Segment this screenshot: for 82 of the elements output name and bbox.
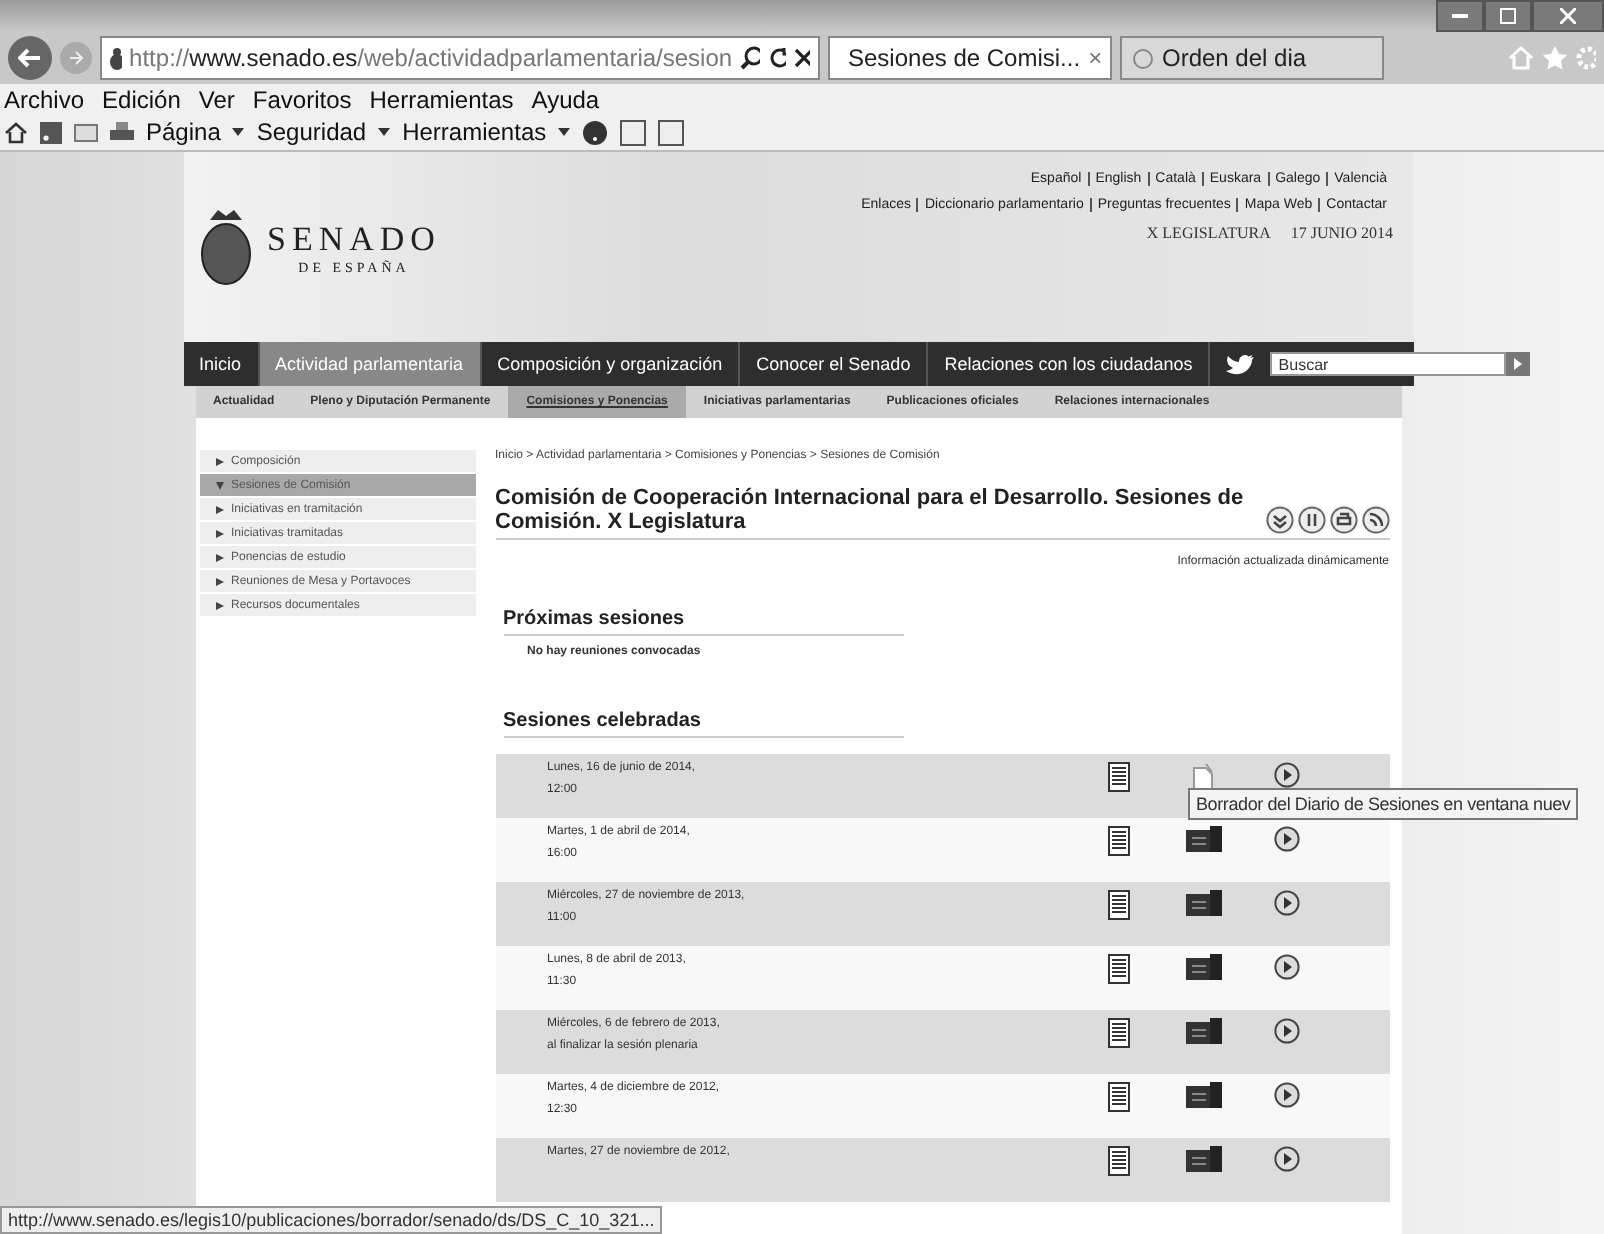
document-icon[interactable] [1108, 890, 1130, 920]
triangle-right-icon [215, 529, 223, 537]
search-field[interactable]: Buscar [1270, 352, 1507, 376]
command-menu[interactable]: Página [146, 118, 221, 146]
command-menu[interactable]: Herramientas [402, 118, 547, 146]
triangle-right-icon [215, 577, 223, 585]
triangle-right-icon [215, 505, 223, 513]
section-heading: Próximas sesiones [503, 608, 903, 636]
document-icon[interactable] [1108, 1082, 1130, 1112]
refresh-icon[interactable] [767, 46, 787, 70]
browser-tab[interactable]: Orden del dia [1120, 36, 1384, 80]
dropdown-caret-icon [378, 128, 391, 136]
close-icon [1560, 8, 1576, 24]
menu-item[interactable]: Herramientas [369, 85, 514, 113]
play-icon[interactable] [1274, 1018, 1300, 1044]
triangle-right-icon [1514, 358, 1523, 370]
triangle-right-icon [215, 601, 223, 609]
tab-title: Sesiones de Comisi... [848, 44, 1081, 72]
bird-icon[interactable] [1226, 353, 1255, 375]
double-chevron-icon[interactable] [1265, 506, 1293, 534]
legislature-label: X LEGISLATURA [1146, 224, 1271, 242]
printer-icon[interactable] [110, 121, 134, 143]
ds-book-icon[interactable] [1185, 826, 1221, 852]
help-icon[interactable] [582, 119, 609, 145]
menu-item[interactable]: Ayuda [531, 85, 600, 113]
ds-book-icon[interactable] [1185, 954, 1221, 980]
triangle-down-icon [215, 481, 223, 489]
tab-title: Orden del dia [1162, 44, 1309, 72]
play-icon[interactable] [1274, 954, 1300, 980]
close-button[interactable] [1532, 0, 1604, 32]
document-icon[interactable] [1108, 1146, 1130, 1176]
dropdown-caret-icon [558, 128, 571, 136]
minimize-icon [1452, 13, 1468, 19]
ds-book-icon[interactable] [1185, 1146, 1221, 1172]
address-bar[interactable]: http://www.senado.es/web/actividadparlamentaria/sesion [100, 36, 820, 80]
close-icon[interactable] [794, 48, 810, 68]
back-button[interactable] [8, 36, 52, 80]
maximize-icon [1500, 8, 1516, 24]
menu-item[interactable]: Archivo [4, 85, 85, 113]
section-heading: Sesiones celebradas [503, 710, 903, 738]
search-icon[interactable] [740, 46, 760, 70]
play-icon[interactable] [1274, 826, 1300, 852]
star-icon[interactable] [1542, 46, 1568, 70]
menu-item[interactable]: Edición [102, 85, 181, 113]
browser-tab[interactable]: Sesiones de Comisi... × [828, 36, 1112, 80]
triangle-right-icon [215, 457, 223, 465]
page-title: Comisión de Cooperación Internacional para el Desarrollo. Sesiones de Comisión. X Legislatura [495, 486, 1246, 534]
ds-book-icon[interactable] [1185, 1082, 1221, 1108]
minimize-button[interactable] [1436, 0, 1484, 32]
back-arrow-icon [18, 48, 42, 68]
dropdown-caret-icon [232, 128, 245, 136]
site-emblem-icon [110, 47, 122, 69]
play-icon[interactable] [1274, 1082, 1300, 1108]
ds-book-icon[interactable] [1185, 1018, 1221, 1044]
triangle-right-icon [215, 553, 223, 561]
play-icon[interactable] [1274, 890, 1300, 916]
play-icon[interactable] [1274, 762, 1300, 788]
search-go-button[interactable] [1506, 352, 1531, 376]
globe-icon [1132, 47, 1154, 69]
menu-item[interactable]: Favoritos [252, 85, 352, 113]
nav-item[interactable]: Actividad parlamentaria [259, 342, 482, 386]
header-date: 17 JUNIO 2014 [1290, 224, 1393, 242]
document-icon[interactable] [1108, 1018, 1130, 1048]
ds-book-icon[interactable] [1185, 890, 1221, 916]
menu-item[interactable]: Ver [198, 85, 235, 113]
command-menu[interactable]: Seguridad [256, 118, 367, 146]
maximize-button[interactable] [1484, 0, 1532, 32]
blank-page-icon[interactable] [1192, 762, 1214, 792]
logo-title: SENADO [267, 219, 441, 259]
coat-of-arms-icon[interactable] [199, 207, 251, 287]
pause-icon[interactable] [1297, 506, 1325, 534]
tab-close[interactable]: × [1088, 44, 1103, 72]
address-url[interactable]: http://www.senado.es/web/actividadparlamentaria/sesion [129, 44, 733, 72]
tooltip: Borrador del Diario de Sesiones en ventana nuev [1188, 788, 1579, 820]
play-icon[interactable] [1274, 1146, 1300, 1172]
status-url: http://www.senado.es/legis10/publicaciones/borrador/senado/ds/DS_C_10_321... [0, 1206, 663, 1234]
printer-icon[interactable] [1329, 506, 1357, 534]
home-icon[interactable] [4, 121, 28, 143]
document-icon[interactable] [1108, 762, 1130, 792]
document-icon[interactable] [1108, 954, 1130, 984]
forward-arrow-icon [68, 50, 84, 66]
document-icon[interactable] [1108, 826, 1130, 856]
